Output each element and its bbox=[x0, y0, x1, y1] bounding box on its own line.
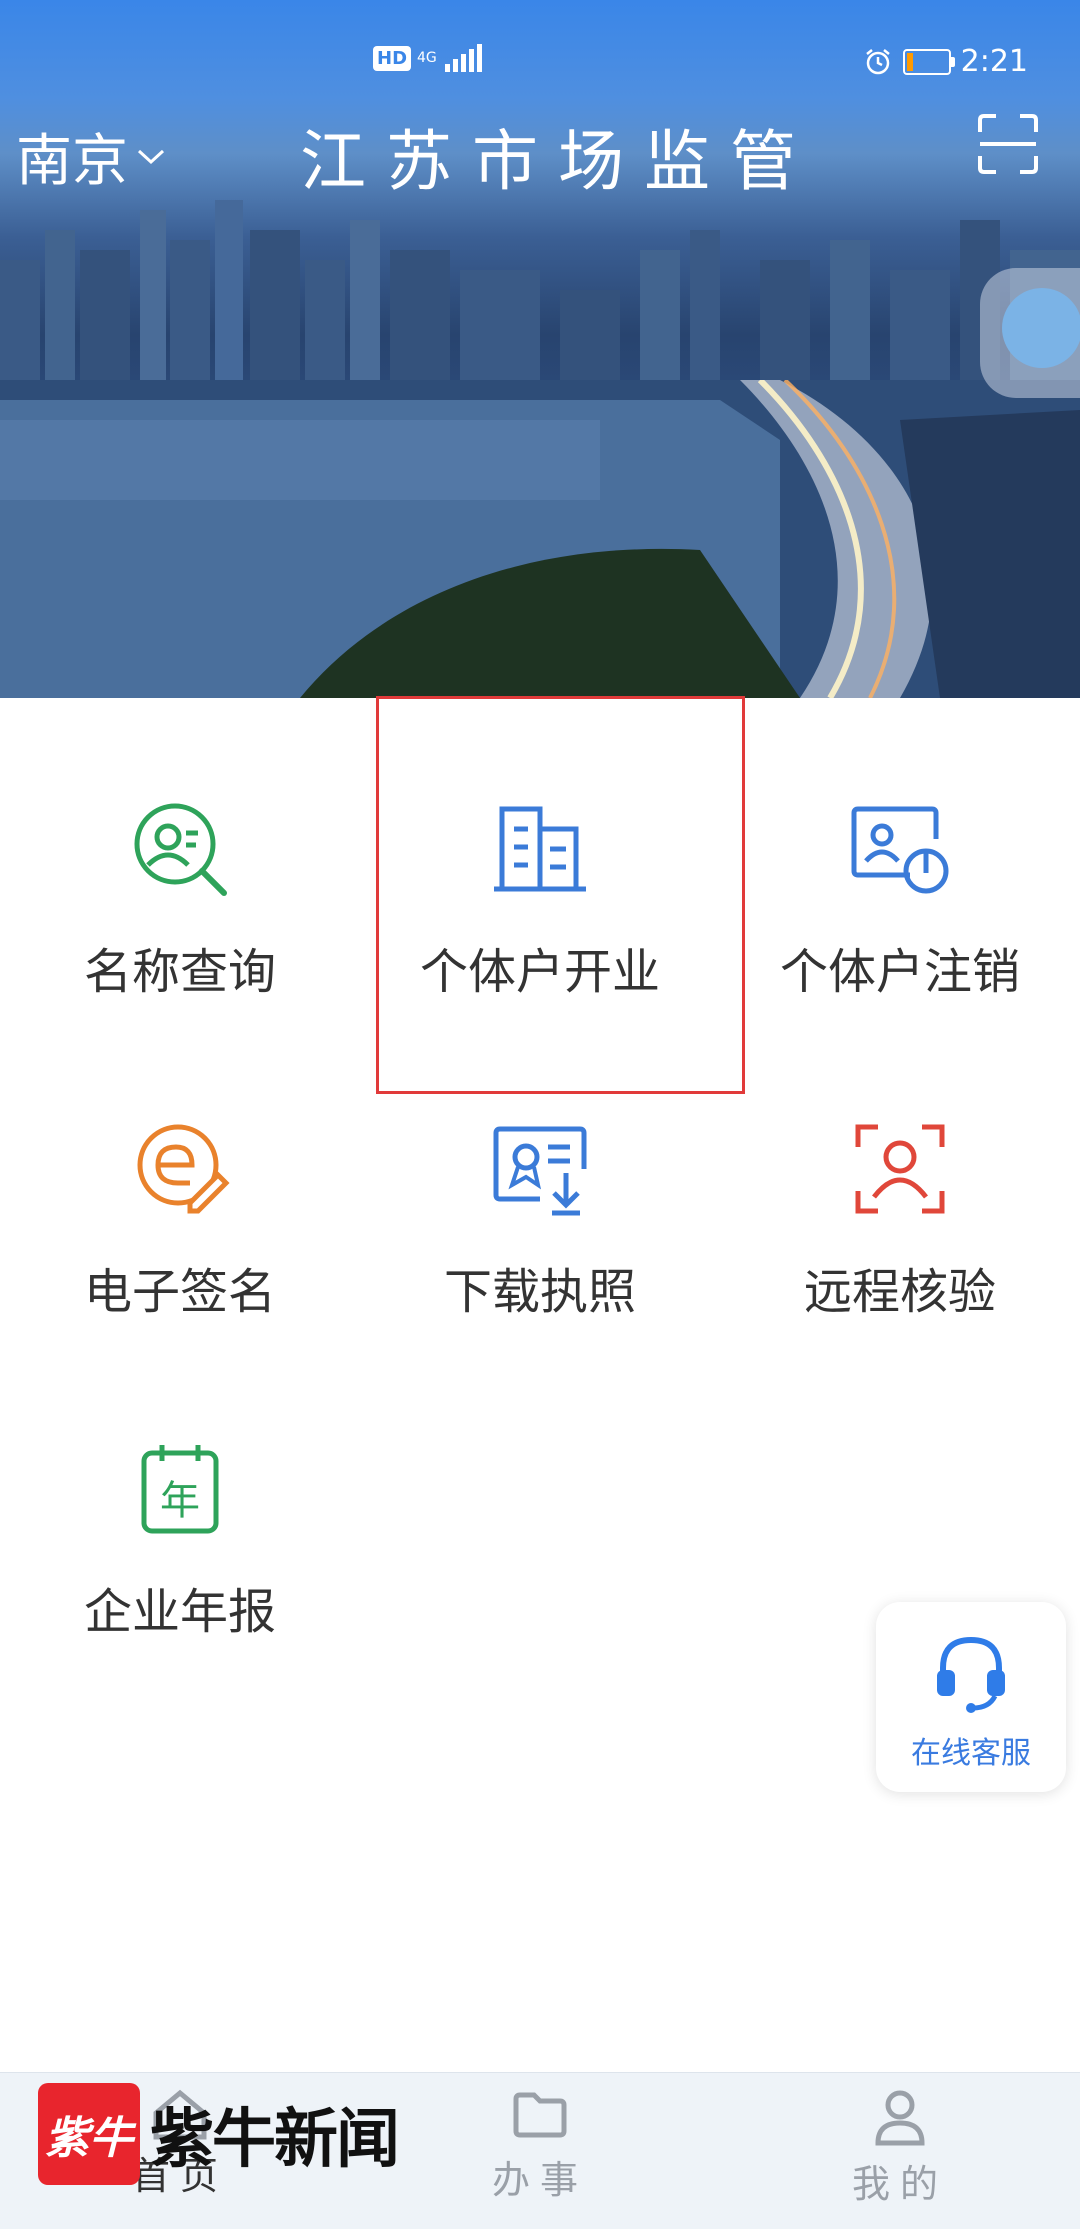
header-banner bbox=[0, 0, 1080, 698]
watermark-text: 紫牛新闻 bbox=[150, 2102, 400, 2177]
city-selector[interactable]: 南京 bbox=[16, 116, 166, 197]
annual-report-icon: 年 bbox=[125, 1434, 235, 1544]
tab-services[interactable]: 办事 bbox=[440, 2087, 640, 2204]
service-annual-report[interactable]: 年 企业年报 bbox=[0, 1338, 360, 1658]
user-icon bbox=[875, 2090, 925, 2146]
power-off-card-icon bbox=[845, 794, 955, 904]
city-skyline-image bbox=[0, 200, 1080, 400]
assistant-avatar-icon bbox=[1002, 288, 1080, 368]
online-service-button[interactable]: 在线客服 bbox=[876, 1602, 1066, 1792]
service-individual-cancel[interactable]: 个体户注销 bbox=[720, 698, 1080, 1018]
chevron-down-icon bbox=[137, 149, 165, 164]
service-label: 下载执照 bbox=[443, 1264, 636, 1320]
service-label: 电子签名 bbox=[83, 1264, 276, 1320]
face-verify-icon bbox=[845, 1114, 955, 1224]
headset-icon bbox=[937, 1636, 1005, 1713]
battery-icon bbox=[902, 48, 955, 75]
service-remote-verify[interactable]: 远程核验 bbox=[720, 1018, 1080, 1338]
service-label: 个体户注销 bbox=[779, 944, 1020, 1000]
scan-icon[interactable] bbox=[976, 112, 1040, 176]
river-bridge-image bbox=[0, 380, 1080, 698]
e-signature-icon bbox=[125, 1114, 235, 1224]
network-type: 4G bbox=[417, 50, 437, 66]
app-title: 江苏市场监管 bbox=[300, 123, 816, 200]
watermark-logo: 紫牛 bbox=[38, 2083, 140, 2185]
annual-badge-text: 年 bbox=[160, 1478, 200, 1524]
service-label: 远程核验 bbox=[803, 1264, 996, 1320]
service-label: 名称查询 bbox=[83, 944, 276, 1000]
alarm-icon bbox=[865, 48, 890, 74]
highlight-box bbox=[376, 696, 745, 1094]
name-search-icon bbox=[125, 794, 235, 904]
network-status: HD 4G bbox=[373, 44, 482, 72]
tab-mine[interactable]: 我的 bbox=[800, 2087, 1000, 2208]
service-e-signature[interactable]: 电子签名 bbox=[0, 1018, 360, 1338]
tab-label: 我的 bbox=[851, 2162, 948, 2206]
hd-badge: HD bbox=[373, 45, 412, 71]
service-name-search[interactable]: 名称查询 bbox=[0, 698, 360, 1018]
service-label: 企业年报 bbox=[83, 1584, 276, 1640]
status-bar: HD 4G 2:21 bbox=[0, 38, 1080, 88]
folder-icon bbox=[513, 2092, 567, 2138]
online-service-label: 在线客服 bbox=[911, 1736, 1031, 1771]
watermark: 紫牛 紫牛新闻 bbox=[38, 2083, 400, 2185]
city-label: 南京 bbox=[16, 129, 128, 194]
assistant-bubble[interactable] bbox=[980, 268, 1080, 398]
clock: 2:21 bbox=[960, 44, 1028, 79]
status-right: 2:21 bbox=[863, 44, 1028, 79]
license-download-icon bbox=[485, 1114, 595, 1224]
tab-label: 办事 bbox=[491, 2158, 588, 2202]
signal-icon bbox=[444, 44, 482, 72]
